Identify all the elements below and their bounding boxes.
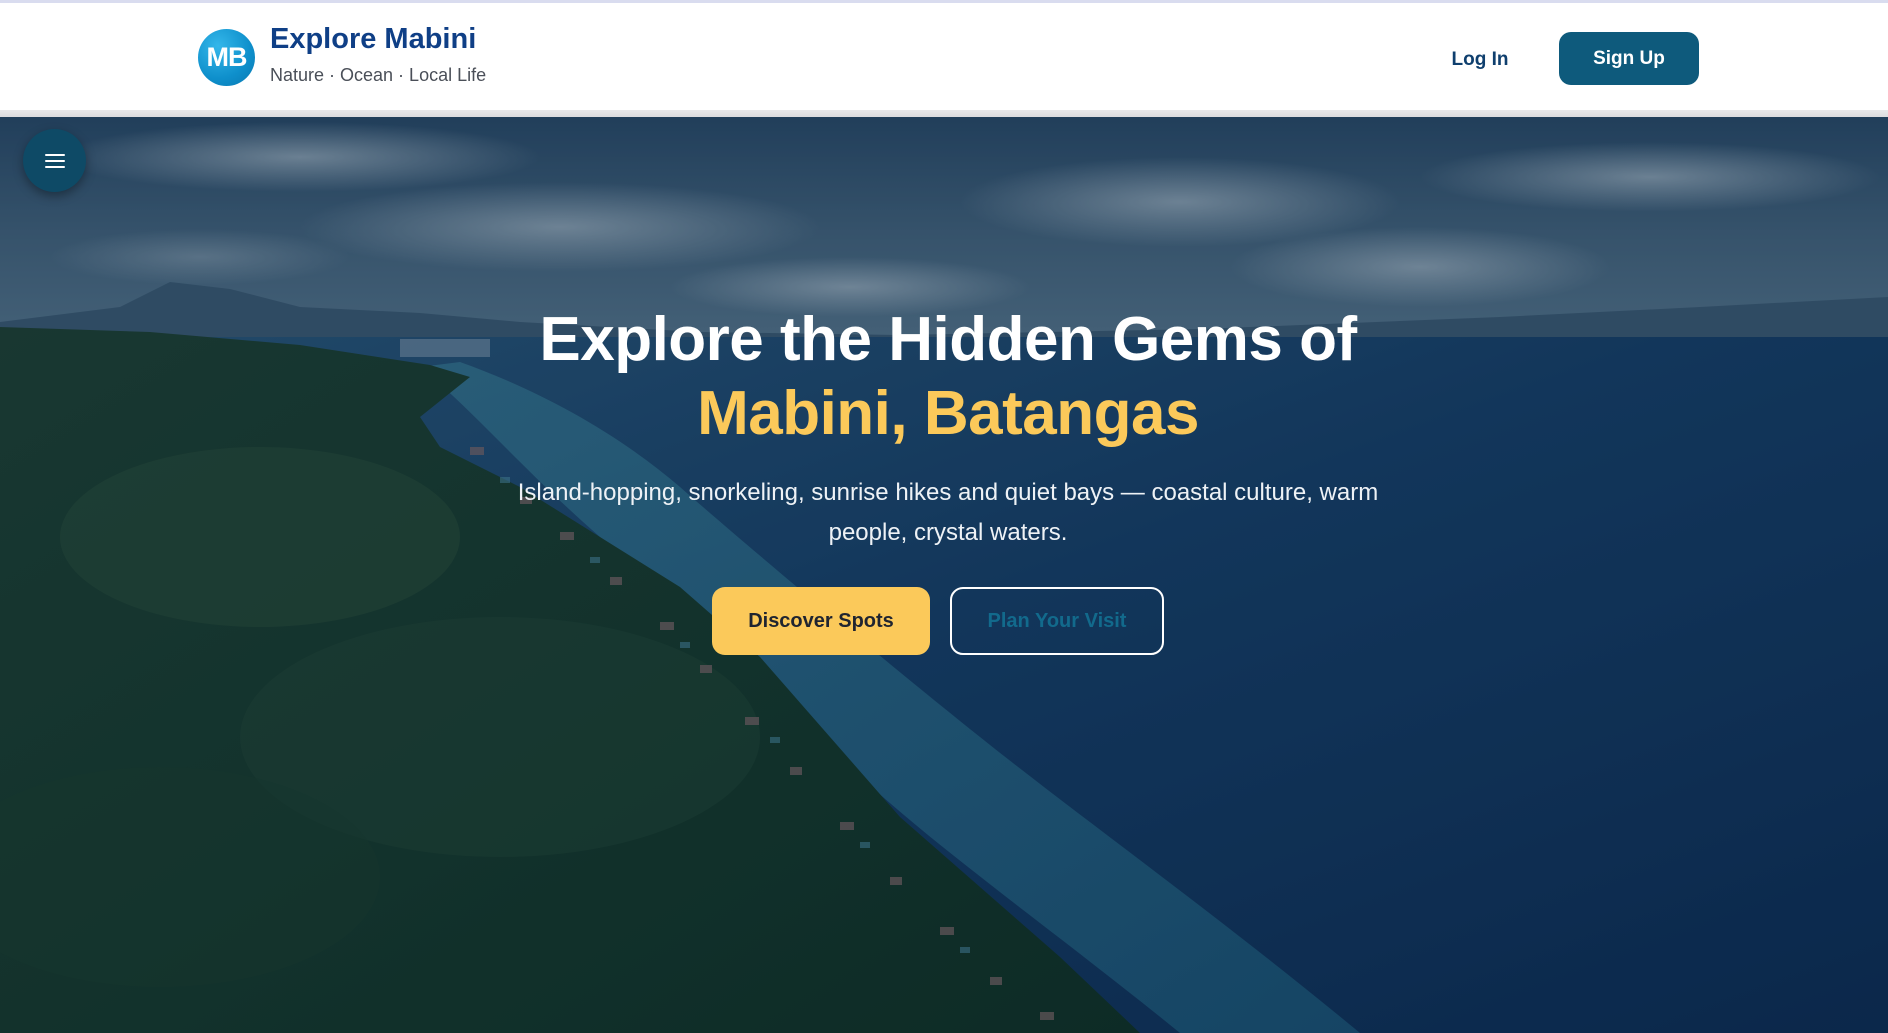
hero-content: Explore the Hidden Gems of Mabini, Batan… (444, 303, 1452, 655)
brand-logo[interactable]: MB (198, 28, 255, 86)
brand-title[interactable]: Explore Mabini (270, 22, 486, 56)
signup-button[interactable]: Sign Up (1559, 32, 1699, 85)
menu-toggle-button[interactable] (23, 129, 86, 192)
hero-actions: Discover Spots Plan Your Visit (444, 587, 1452, 655)
hero-description: Island-hopping, snorkeling, sunrise hike… (517, 479, 1379, 546)
hero-heading-line1: Explore the Hidden Gems of (539, 305, 1357, 374)
site-header: MB Explore Mabini Nature · Ocean · Local… (0, 3, 1888, 110)
discover-spots-button[interactable]: Discover Spots (712, 587, 930, 655)
hero-heading: Explore the Hidden Gems of Mabini, Batan… (444, 303, 1452, 451)
brand[interactable]: MB Explore Mabini Nature · Ocean · Local… (198, 23, 487, 86)
hero-heading-line2: Mabini, Batangas (697, 379, 1199, 448)
brand-subtitle: Nature · Ocean · Local Life (270, 65, 487, 85)
plan-your-visit-button[interactable]: Plan Your Visit (950, 587, 1164, 655)
brand-text: Explore Mabini Nature · Ocean · Local Li… (270, 23, 487, 86)
login-button[interactable]: Log In (1430, 43, 1530, 77)
page: MB Explore Mabini Nature · Ocean · Local… (0, 0, 1888, 1033)
hero-section: Explore the Hidden Gems of Mabini, Batan… (0, 117, 1888, 1033)
hamburger-menu-icon (44, 153, 65, 168)
header-divider (0, 110, 1888, 117)
logo-initials: MB (206, 41, 248, 72)
